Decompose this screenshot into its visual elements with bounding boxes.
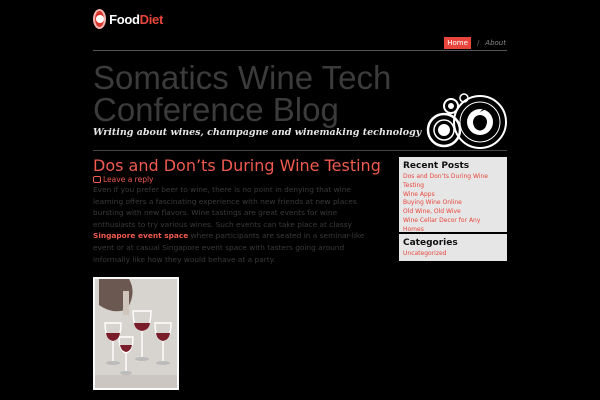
recent-post-link[interactable]: Old Wine, Old Wive	[403, 208, 503, 217]
logo-icon	[93, 9, 107, 29]
recent-posts-title: Recent Posts	[403, 161, 470, 171]
category-link[interactable]: Uncategorized	[403, 250, 503, 259]
post-text-before-link: Even if you prefer beer to wine, there i…	[93, 185, 357, 229]
leave-reply-link[interactable]: Leave a reply	[93, 175, 154, 184]
logo-text: FoodDiet	[109, 11, 163, 27]
circles-decoration-icon	[426, 93, 507, 149]
nav-about[interactable]: About	[485, 39, 506, 47]
post-title[interactable]: Dos and Don’ts During Wine Testing	[93, 156, 381, 175]
site-tagline: Writing about wines, champagne and winem…	[93, 127, 422, 138]
header-bottom-divider	[93, 150, 507, 151]
main-nav: Home / About	[444, 37, 506, 49]
categories-widget: Categories Uncategorized	[399, 234, 507, 261]
recent-posts-widget: Recent Posts Dos and Don’ts During Wine …	[399, 157, 507, 235]
post-excerpt: Even if you prefer beer to wine, there i…	[93, 184, 365, 265]
recent-post-link[interactable]: Wine Cellar Decor for Any Homes	[403, 217, 503, 235]
wine-glasses-photo	[93, 277, 179, 390]
nav-separator: /	[476, 39, 480, 47]
singapore-event-space-link[interactable]: Singapore event space	[93, 231, 188, 240]
nav-home[interactable]: Home	[444, 37, 471, 49]
header-divider	[93, 50, 507, 51]
site-title[interactable]: Somatics Wine Tech Conference Blog	[93, 61, 423, 126]
categories-title: Categories	[403, 238, 458, 248]
site-logo[interactable]: FoodDiet	[93, 9, 163, 29]
recent-post-link[interactable]: Wine Apps	[403, 191, 503, 200]
comment-icon	[93, 176, 101, 183]
recent-post-link[interactable]: Buying Wine Online	[403, 199, 503, 208]
leave-reply-label: Leave a reply	[103, 175, 154, 184]
recent-post-link[interactable]: Dos and Don’ts During Wine Testing	[403, 173, 503, 191]
